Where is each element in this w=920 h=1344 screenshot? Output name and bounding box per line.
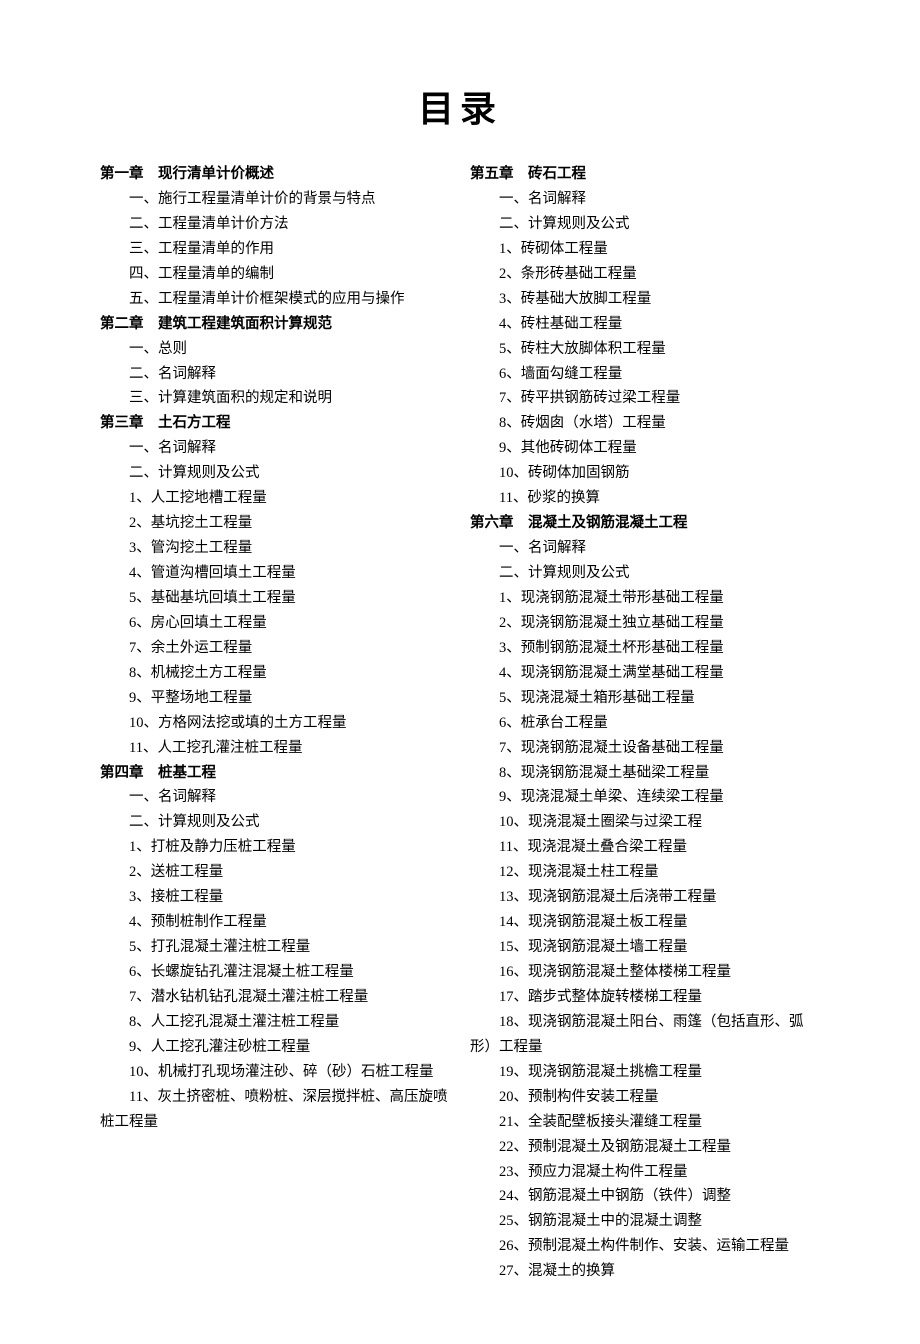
toc-item: 11、人工挖孔灌注桩工程量 (100, 736, 450, 761)
toc-item: 4、现浇钢筋混凝土满堂基础工程量 (470, 661, 820, 686)
toc-item: 3、管沟挖土工程量 (100, 536, 450, 561)
toc-item: 23、预应力混凝土构件工程量 (470, 1160, 820, 1185)
toc-item: 二、计算规则及公式 (100, 810, 450, 835)
toc-item: 2、送桩工程量 (100, 860, 450, 885)
toc-item: 7、余土外运工程量 (100, 636, 450, 661)
toc-item: 8、现浇钢筋混凝土基础梁工程量 (470, 761, 820, 786)
toc-item: 二、计算规则及公式 (470, 561, 820, 586)
toc-chapter: 第四章 桩基工程 (100, 761, 450, 786)
toc-item: 19、现浇钢筋混凝土挑檐工程量 (470, 1060, 820, 1085)
toc-item: 8、砖烟囱（水塔）工程量 (470, 411, 820, 436)
toc-item: 一、名词解释 (470, 536, 820, 561)
toc-item: 16、现浇钢筋混凝土整体楼梯工程量 (470, 960, 820, 985)
toc-item: 7、现浇钢筋混凝土设备基础工程量 (470, 736, 820, 761)
toc-chapter: 第一章 现行清单计价概述 (100, 162, 450, 187)
toc-item: 一、名词解释 (100, 436, 450, 461)
toc-item: 4、管道沟槽回填土工程量 (100, 561, 450, 586)
toc-item: 二、计算规则及公式 (100, 461, 450, 486)
toc-item: 6、房心回填土工程量 (100, 611, 450, 636)
toc-item: 9、现浇混凝土单梁、连续梁工程量 (470, 785, 820, 810)
toc-item: 三、计算建筑面积的规定和说明 (100, 386, 450, 411)
toc-item: 1、人工挖地槽工程量 (100, 486, 450, 511)
toc-item: 7、潜水钻机钻孔混凝土灌注桩工程量 (100, 985, 450, 1010)
toc-item: 三、工程量清单的作用 (100, 237, 450, 262)
toc-item: 5、基础基坑回填土工程量 (100, 586, 450, 611)
toc-chapter: 第二章 建筑工程建筑面积计算规范 (100, 312, 450, 337)
toc-item: 二、计算规则及公式 (470, 212, 820, 237)
toc-item: 11、现浇混凝土叠合梁工程量 (470, 835, 820, 860)
toc-item: 2、现浇钢筋混凝土独立基础工程量 (470, 611, 820, 636)
toc-item: 10、机械打孔现场灌注砂、碎（砂）石桩工程量 (100, 1060, 450, 1085)
toc-item: ​ 18、现浇钢筋混凝土阳台、雨篷（包括直形、弧形）工程量 (470, 1010, 820, 1060)
toc-item: 7、砖平拱钢筋砖过梁工程量 (470, 386, 820, 411)
toc-item: 22、预制混凝土及钢筋混凝土工程量 (470, 1135, 820, 1160)
toc-title: 目录 (100, 80, 820, 132)
toc-item: 5、砖柱大放脚体积工程量 (470, 337, 820, 362)
toc-item: 15、现浇钢筋混凝土墙工程量 (470, 935, 820, 960)
toc-chapter: 第三章 土石方工程 (100, 411, 450, 436)
toc-item: 1、打桩及静力压桩工程量 (100, 835, 450, 860)
toc-item: 1、砖砌体工程量 (470, 237, 820, 262)
toc-item: 一、名词解释 (100, 785, 450, 810)
toc-item: 五、工程量清单计价框架模式的应用与操作 (100, 287, 450, 312)
toc-item: 11、砂浆的换算 (470, 486, 820, 511)
toc-item: 6、长螺旋钻孔灌注混凝土桩工程量 (100, 960, 450, 985)
toc-item: 25、钢筋混凝土中的混凝土调整 (470, 1209, 820, 1234)
toc-item: ​ 11、灰土挤密桩、喷粉桩、深层搅拌桩、高压旋喷桩工程量 (100, 1085, 450, 1135)
toc-columns: 第一章 现行清单计价概述一、施行工程量清单计价的背景与特点二、工程量清单计价方法… (100, 162, 820, 1284)
toc-item: 4、砖柱基础工程量 (470, 312, 820, 337)
toc-item: 3、预制钢筋混凝土杯形基础工程量 (470, 636, 820, 661)
toc-item: 6、桩承台工程量 (470, 711, 820, 736)
toc-item: 4、预制桩制作工程量 (100, 910, 450, 935)
toc-item: 14、现浇钢筋混凝土板工程量 (470, 910, 820, 935)
toc-item: 27、混凝土的换算 (470, 1259, 820, 1284)
toc-item: 5、打孔混凝土灌注桩工程量 (100, 935, 450, 960)
toc-chapter: 第六章 混凝土及钢筋混凝土工程 (470, 511, 820, 536)
toc-item: 1、现浇钢筋混凝土带形基础工程量 (470, 586, 820, 611)
toc-item: 9、人工挖孔灌注砂桩工程量 (100, 1035, 450, 1060)
toc-item: 10、砖砌体加固钢筋 (470, 461, 820, 486)
toc-item: 8、机械挖土方工程量 (100, 661, 450, 686)
toc-item: 二、工程量清单计价方法 (100, 212, 450, 237)
toc-item: 一、名词解释 (470, 187, 820, 212)
toc-item: 3、砖基础大放脚工程量 (470, 287, 820, 312)
toc-item: 一、总则 (100, 337, 450, 362)
toc-right-column: 第五章 砖石工程一、名词解释二、计算规则及公式1、砖砌体工程量2、条形砖基础工程… (470, 162, 820, 1284)
toc-item: 13、现浇钢筋混凝土后浇带工程量 (470, 885, 820, 910)
toc-item: 二、名词解释 (100, 362, 450, 387)
toc-item: 10、方格网法挖或填的土方工程量 (100, 711, 450, 736)
toc-item: 四、工程量清单的编制 (100, 262, 450, 287)
toc-item: 6、墙面勾缝工程量 (470, 362, 820, 387)
toc-item: 5、现浇混凝土箱形基础工程量 (470, 686, 820, 711)
toc-left-column: 第一章 现行清单计价概述一、施行工程量清单计价的背景与特点二、工程量清单计价方法… (100, 162, 450, 1284)
toc-item: 20、预制构件安装工程量 (470, 1085, 820, 1110)
toc-chapter: 第五章 砖石工程 (470, 162, 820, 187)
toc-item: 10、现浇混凝土圈梁与过梁工程 (470, 810, 820, 835)
toc-item: 26、预制混凝土构件制作、安装、运输工程量 (470, 1234, 820, 1259)
toc-item: 9、其他砖砌体工程量 (470, 436, 820, 461)
toc-item: 21、全装配壁板接头灌缝工程量 (470, 1110, 820, 1135)
toc-item: 2、条形砖基础工程量 (470, 262, 820, 287)
toc-item: 9、平整场地工程量 (100, 686, 450, 711)
toc-item: 3、接桩工程量 (100, 885, 450, 910)
toc-item: 17、踏步式整体旋转楼梯工程量 (470, 985, 820, 1010)
toc-item: 一、施行工程量清单计价的背景与特点 (100, 187, 450, 212)
toc-item: 12、现浇混凝土柱工程量 (470, 860, 820, 885)
toc-item: 8、人工挖孔混凝土灌注桩工程量 (100, 1010, 450, 1035)
toc-item: 24、钢筋混凝土中钢筋（铁件）调整 (470, 1184, 820, 1209)
toc-item: 2、基坑挖土工程量 (100, 511, 450, 536)
